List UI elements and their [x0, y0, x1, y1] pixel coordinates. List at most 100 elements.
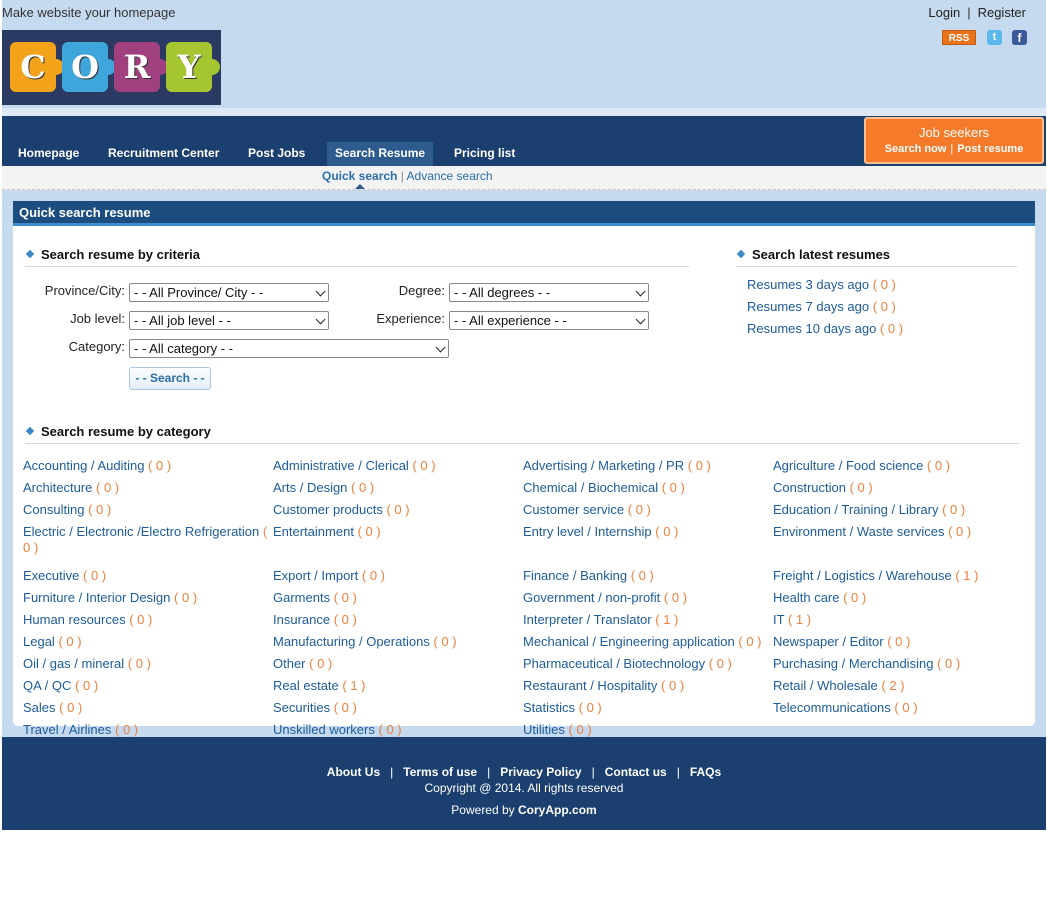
category-item[interactable]: Garments ( 0 ) — [273, 590, 518, 606]
category-link[interactable]: Administrative / Clerical — [273, 458, 409, 473]
latest-resume-item[interactable]: Resumes 10 days ago ( 0 ) — [747, 321, 903, 336]
category-item[interactable]: Entry level / Internship ( 0 ) — [523, 524, 768, 540]
category-item[interactable]: Education / Training / Library ( 0 ) — [773, 502, 1018, 518]
category-item[interactable]: Administrative / Clerical ( 0 ) — [273, 458, 518, 474]
category-link[interactable]: Interpreter / Translator — [523, 612, 652, 627]
category-link[interactable]: Restaurant / Hospitality — [523, 678, 657, 693]
province-select[interactable]: - - All Province/ City - - — [129, 283, 329, 302]
category-item[interactable]: Purchasing / Merchandising ( 0 ) — [773, 656, 1018, 672]
advance-search-link[interactable]: Advance search — [407, 169, 493, 183]
category-item[interactable]: Export / Import ( 0 ) — [273, 568, 518, 584]
rss-icon[interactable]: RSS — [942, 30, 976, 45]
category-link[interactable]: Chemical / Biochemical — [523, 480, 658, 495]
category-link[interactable]: Manufacturing / Operations — [273, 634, 430, 649]
category-item[interactable]: Health care ( 0 ) — [773, 590, 1018, 606]
category-item[interactable]: Furniture / Interior Design ( 0 ) — [23, 590, 268, 606]
category-item[interactable]: Sales ( 0 ) — [23, 700, 268, 716]
search-button[interactable]: - - Search - - — [129, 367, 211, 390]
category-link[interactable]: Other — [273, 656, 306, 671]
category-item[interactable]: Entertainment ( 0 ) — [273, 524, 518, 540]
category-link[interactable]: Purchasing / Merchandising — [773, 656, 933, 671]
post-resume-link[interactable]: Post resume — [957, 143, 1023, 155]
category-link[interactable]: Consulting — [23, 502, 84, 517]
login-link[interactable]: Login — [928, 5, 960, 20]
footer-link-about[interactable]: About Us — [327, 765, 380, 779]
category-link[interactable]: Garments — [273, 590, 330, 605]
category-item[interactable]: Electric / Electronic /Electro Refrigera… — [23, 524, 268, 556]
category-link[interactable]: Telecommunications — [773, 700, 891, 715]
category-item[interactable]: Pharmaceutical / Biotechnology ( 0 ) — [523, 656, 768, 672]
category-link[interactable]: Legal — [23, 634, 55, 649]
nav-homepage[interactable]: Homepage — [10, 142, 87, 166]
category-item[interactable]: Oil / gas / mineral ( 0 ) — [23, 656, 268, 672]
category-item[interactable]: Agriculture / Food science ( 0 ) — [773, 458, 1018, 474]
category-link[interactable]: Accounting / Auditing — [23, 458, 144, 473]
category-link[interactable]: Furniture / Interior Design — [23, 590, 170, 605]
category-link[interactable]: Customer service — [523, 502, 624, 517]
category-item[interactable]: Environment / Waste services ( 0 ) — [773, 524, 1018, 540]
category-item[interactable]: Customer products ( 0 ) — [273, 502, 518, 518]
category-link[interactable]: Advertising / Marketing / PR — [523, 458, 684, 473]
category-link[interactable]: Insurance — [273, 612, 330, 627]
category-link[interactable]: Oil / gas / mineral — [23, 656, 124, 671]
category-link[interactable]: Sales — [23, 700, 56, 715]
category-item[interactable]: IT ( 1 ) — [773, 612, 1018, 628]
category-link[interactable]: QA / QC — [23, 678, 71, 693]
category-link[interactable]: Government / non-profit — [523, 590, 660, 605]
quick-search-link[interactable]: Quick search — [322, 169, 397, 183]
latest-resume-item[interactable]: Resumes 3 days ago ( 0 ) — [747, 277, 896, 292]
category-link[interactable]: Real estate — [273, 678, 339, 693]
category-link[interactable]: Construction — [773, 480, 846, 495]
category-link[interactable]: Mechanical / Engineering application — [523, 634, 735, 649]
category-item[interactable]: Legal ( 0 ) — [23, 634, 268, 650]
category-link[interactable]: Health care — [773, 590, 839, 605]
category-item[interactable]: Finance / Banking ( 0 ) — [523, 568, 768, 584]
category-link[interactable]: Export / Import — [273, 568, 358, 583]
latest-resume-link[interactable]: Resumes 7 days ago — [747, 299, 869, 314]
category-item[interactable]: Retail / Wholesale ( 2 ) — [773, 678, 1018, 694]
category-item[interactable]: Insurance ( 0 ) — [273, 612, 518, 628]
nav-post-jobs[interactable]: Post Jobs — [240, 142, 313, 166]
footer-link-faqs[interactable]: FAQs — [690, 765, 721, 779]
category-item[interactable]: Accounting / Auditing ( 0 ) — [23, 458, 268, 474]
twitter-icon[interactable]: t — [987, 30, 1002, 45]
category-item[interactable]: Securities ( 0 ) — [273, 700, 518, 716]
category-item[interactable]: QA / QC ( 0 ) — [23, 678, 268, 694]
category-link[interactable]: Pharmaceutical / Biotechnology — [523, 656, 705, 671]
latest-resume-link[interactable]: Resumes 3 days ago — [747, 277, 869, 292]
category-link[interactable]: Finance / Banking — [523, 568, 627, 583]
category-link[interactable]: IT — [773, 612, 784, 627]
job-level-select[interactable]: - - All job level - - — [129, 311, 329, 330]
category-item[interactable]: Customer service ( 0 ) — [523, 502, 768, 518]
category-select[interactable]: - - All category - - — [129, 339, 449, 358]
category-item[interactable]: Human resources ( 0 ) — [23, 612, 268, 628]
category-link[interactable]: Customer products — [273, 502, 383, 517]
experience-select[interactable]: - - All experience - - — [449, 311, 649, 330]
category-item[interactable]: Telecommunications ( 0 ) — [773, 700, 1018, 716]
category-link[interactable]: Unskilled workers — [273, 722, 375, 737]
category-link[interactable]: Retail / Wholesale — [773, 678, 878, 693]
category-link[interactable]: Arts / Design — [273, 480, 347, 495]
category-item[interactable]: Mechanical / Engineering application ( 0… — [523, 634, 768, 650]
register-link[interactable]: Register — [978, 5, 1026, 20]
category-item[interactable]: Chemical / Biochemical ( 0 ) — [523, 480, 768, 496]
footer-link-terms[interactable]: Terms of use — [403, 765, 477, 779]
category-link[interactable]: Newspaper / Editor — [773, 634, 884, 649]
nav-recruitment-center[interactable]: Recruitment Center — [100, 142, 227, 166]
category-item[interactable]: Manufacturing / Operations ( 0 ) — [273, 634, 518, 650]
category-item[interactable]: Consulting ( 0 ) — [23, 502, 268, 518]
category-item[interactable]: Unskilled workers ( 0 ) — [273, 722, 518, 738]
latest-resume-link[interactable]: Resumes 10 days ago — [747, 321, 876, 336]
category-item[interactable]: Utilities ( 0 ) — [523, 722, 768, 738]
category-link[interactable]: Executive — [23, 568, 79, 583]
category-item[interactable]: Newspaper / Editor ( 0 ) — [773, 634, 1018, 650]
nav-pricing-list[interactable]: Pricing list — [446, 142, 523, 166]
footer-link-privacy[interactable]: Privacy Policy — [500, 765, 581, 779]
category-item[interactable]: Interpreter / Translator ( 1 ) — [523, 612, 768, 628]
nav-search-resume[interactable]: Search Resume — [327, 142, 434, 166]
category-link[interactable]: Entertainment — [273, 524, 354, 539]
category-link[interactable]: Agriculture / Food science — [773, 458, 923, 473]
latest-resume-item[interactable]: Resumes 7 days ago ( 0 ) — [747, 299, 896, 314]
category-item[interactable]: Freight / Logistics / Warehouse ( 1 ) — [773, 568, 1018, 584]
category-link[interactable]: Travel / Airlines — [23, 722, 111, 737]
